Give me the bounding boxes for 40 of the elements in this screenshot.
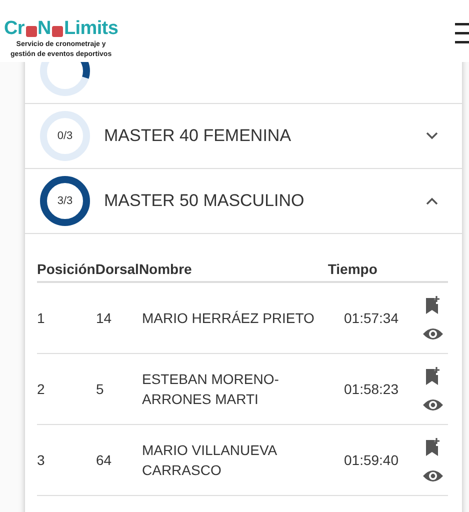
table-cell-text: 2 — [37, 381, 46, 397]
table-cell-text: 5 — [96, 381, 105, 397]
table-cell-text: ESTEBAN MORENO- — [142, 371, 280, 387]
bookmark-add-icon[interactable] — [425, 295, 441, 315]
table-cell-text: MARIO VILLANUEVA — [142, 442, 278, 458]
table-cell-text: 14 — [96, 310, 113, 326]
column-header: Dorsal — [95, 261, 139, 277]
eye-icon[interactable] — [422, 469, 444, 483]
column-header: Posición — [37, 261, 96, 277]
category-title: MASTER 50 MASCULINO — [104, 191, 306, 211]
category-row[interactable]: 3/3 MASTER 50 MASCULINO — [25, 169, 462, 234]
chevron-up-icon[interactable] — [426, 197, 438, 205]
bookmark-add-icon[interactable] — [425, 366, 441, 386]
progress-ring — [39, 175, 91, 227]
chevron-down-icon[interactable] — [426, 132, 438, 140]
logo-square-icon — [52, 26, 63, 36]
progress-count: 3/3 — [57, 195, 73, 207]
table-cell-text: 1 — [37, 310, 46, 326]
eye-icon[interactable] — [422, 327, 444, 341]
table-cell-text: 64 — [96, 452, 113, 468]
eye-icon[interactable] — [422, 398, 444, 412]
column-header: Nombre — [138, 261, 192, 277]
bookmark-add-icon[interactable] — [425, 437, 441, 457]
category-title: MASTER 40 FEMENINA — [104, 126, 292, 146]
progress-ring — [39, 110, 91, 162]
logo-text: N — [38, 18, 51, 40]
logo-square-icon — [26, 26, 37, 36]
progress-count: 0/3 — [57, 130, 73, 142]
table-cell-text: 01:59:40 — [344, 452, 400, 468]
logo-text: Limits — [64, 18, 118, 40]
table-cell-text: 01:57:34 — [344, 310, 400, 326]
menu-icon[interactable] — [455, 22, 469, 44]
table-cell-text: ARRONES MARTI — [142, 391, 260, 407]
category-row[interactable]: 0/3 MASTER 40 FEMENINA — [25, 104, 462, 169]
logo-text: Cr — [4, 18, 25, 40]
table-cell-text: CARRASCO — [142, 462, 222, 478]
column-header: Tiempo — [328, 261, 378, 277]
table-cell-text: MARIO HERRÁEZ PRIETO — [142, 310, 316, 326]
table-cell-text: 3 — [37, 452, 46, 468]
table-cell-text: 01:58:23 — [344, 381, 400, 397]
